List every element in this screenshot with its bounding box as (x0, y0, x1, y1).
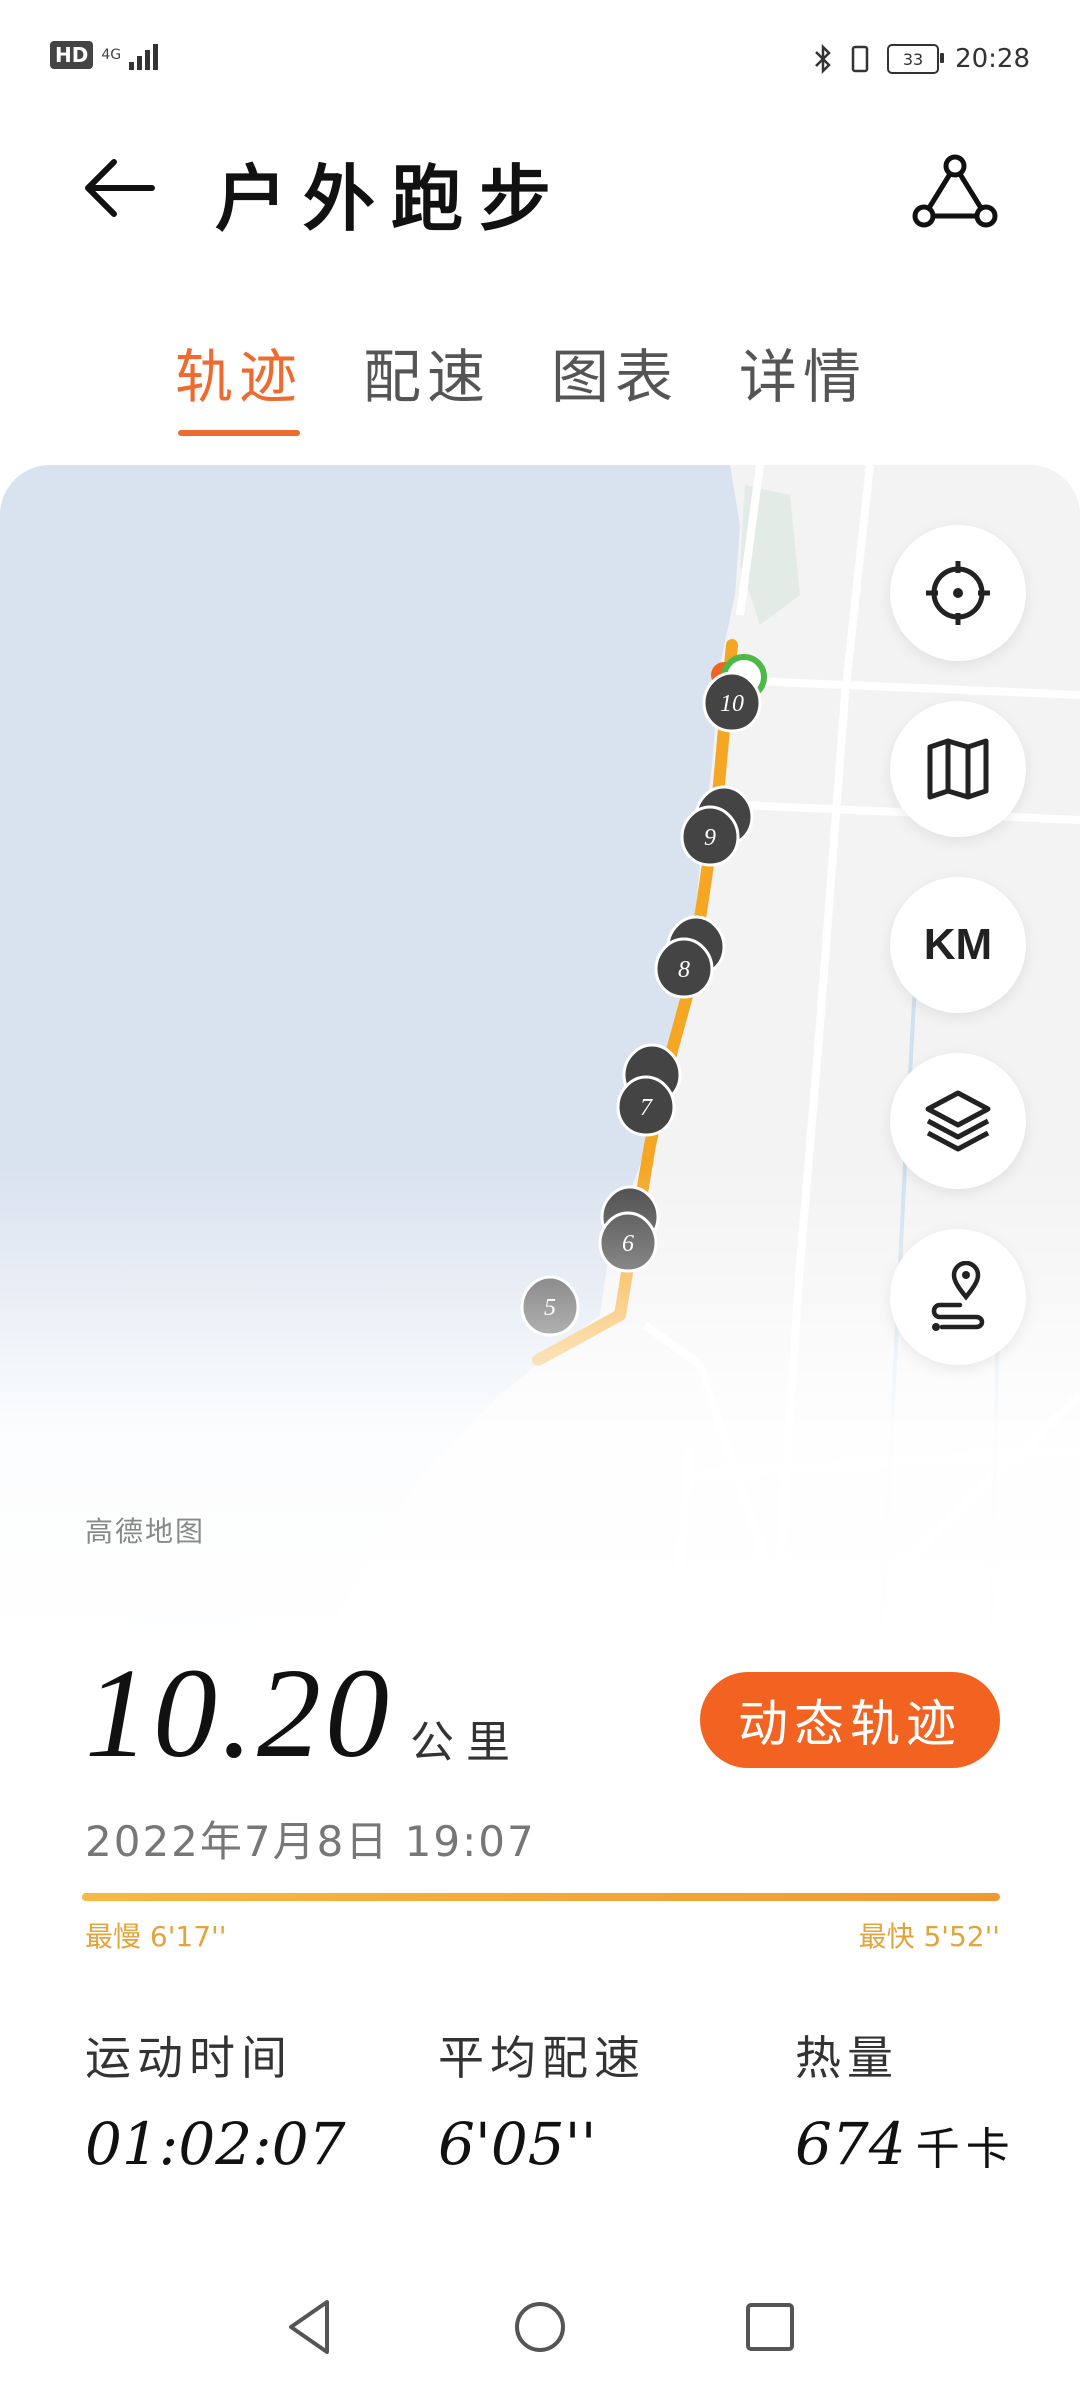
layers-button[interactable] (890, 1053, 1026, 1189)
stat-label-duration: 运动时间 (85, 2031, 293, 2085)
nav-recents-button[interactable] (735, 2292, 805, 2362)
tab-bar: 轨迹 配速 图表 详情 (175, 330, 867, 436)
stat-value-avg-pace: 6'05'' (438, 2110, 597, 2178)
nav-back-button[interactable] (275, 2292, 345, 2362)
tab-track[interactable]: 轨迹 (175, 330, 303, 436)
status-right: 33 20:28 (813, 44, 1030, 74)
km-marker-8[interactable]: 8 (654, 937, 714, 999)
km-marker-9-label: 9 (704, 825, 716, 851)
clock: 20:28 (955, 44, 1030, 74)
battery-level: 33 (902, 49, 924, 69)
stat-label-calories: 热量 (795, 2031, 899, 2085)
distance-value: 10.20 (85, 1642, 393, 1784)
stat-value-calories: 674 千卡 (795, 2110, 1016, 2178)
workout-date: 2022年7月8日 19:07 (85, 1817, 536, 1866)
tab-pace[interactable]: 配速 (363, 330, 491, 414)
signal-icon (129, 40, 159, 70)
square-recents-icon (746, 2303, 794, 2351)
system-nav-bar (0, 2270, 1080, 2388)
stat-label-avg-pace: 平均配速 (438, 2031, 646, 2085)
status-left: HD 4G (50, 40, 159, 70)
locate-icon (926, 561, 990, 625)
nav-home-button[interactable] (505, 2292, 575, 2362)
km-marker-7-label: 7 (640, 1095, 653, 1121)
location-pin-icon (931, 1261, 985, 1331)
km-marker-10-label: 10 (720, 691, 744, 717)
calories-number: 674 (795, 2110, 906, 2178)
km-marker-9[interactable]: 9 (680, 805, 740, 867)
page-title: 户外跑步 (215, 156, 568, 241)
slowest-pace: 最慢 6'17'' (85, 1920, 227, 1953)
dynamic-track-button[interactable]: 动态轨迹 (700, 1672, 1000, 1768)
vibrate-icon (851, 45, 869, 73)
tab-chart[interactable]: 图表 (551, 330, 679, 414)
hd-badge: HD (50, 41, 94, 69)
bluetooth-icon (815, 44, 831, 74)
km-toggle-button[interactable]: KM (890, 877, 1026, 1013)
back-button[interactable] (80, 148, 160, 228)
map-type-button[interactable] (890, 701, 1026, 837)
km-marker-10[interactable]: 10 (702, 671, 762, 733)
network-type: 4G (101, 47, 122, 63)
map-icon (927, 738, 989, 800)
fastest-pace: 最快 5'52'' (858, 1920, 1000, 1953)
header: 户外跑步 (0, 120, 1080, 260)
distance-unit: 公里 (410, 1717, 522, 1768)
calories-unit: 千卡 (915, 2124, 1016, 2175)
triangle-back-icon (289, 2300, 329, 2354)
km-marker-8-label: 8 (678, 957, 690, 983)
km-label: KM (923, 920, 993, 969)
back-arrow-icon (85, 159, 155, 217)
stat-value-duration: 01:02:07 (85, 2110, 346, 2178)
circle-home-icon (515, 2302, 565, 2352)
share-route-button[interactable] (910, 148, 1000, 238)
status-bar: HD 4G 33 20:28 (0, 0, 1080, 120)
map-credit: 高德地图 (85, 1515, 206, 1548)
battery-icon: 33 (887, 44, 945, 74)
layers-icon (925, 1090, 991, 1152)
locate-button[interactable] (890, 525, 1026, 661)
km-marker-7[interactable]: 7 (616, 1075, 676, 1137)
route-icon (912, 154, 998, 228)
route-location-button[interactable] (890, 1229, 1026, 1365)
pace-range-bar (82, 1893, 1000, 1901)
tab-details[interactable]: 详情 (739, 330, 867, 414)
